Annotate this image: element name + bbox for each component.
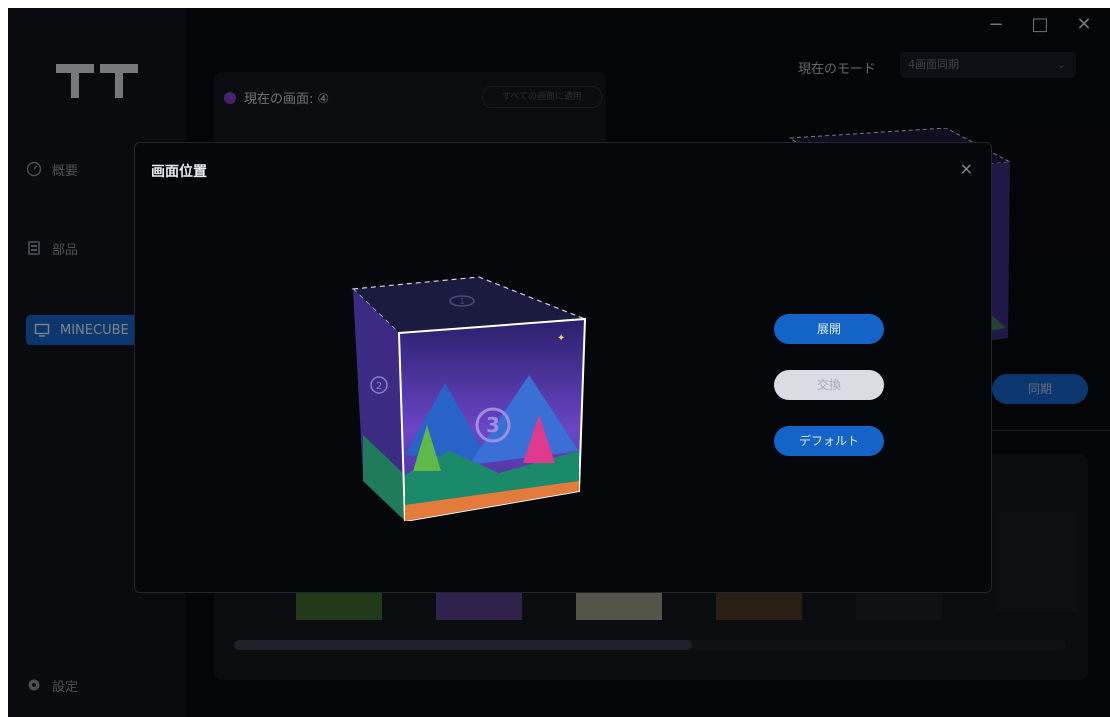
screen-position-dialog: 画面位置 × 1 2 3 ✦ 展開 交換 デフォルト: [134, 142, 992, 593]
cube-top-number: 1: [459, 297, 464, 306]
sparkle-icon: ✦: [557, 333, 565, 344]
dialog-close-button[interactable]: ×: [960, 159, 973, 178]
default-button[interactable]: デフォルト: [774, 426, 884, 456]
cube-3d-preview[interactable]: 1 2 3 ✦: [349, 275, 589, 521]
cube-face-number: 3: [486, 413, 500, 437]
expand-button[interactable]: 展開: [774, 314, 884, 344]
dialog-title: 画面位置: [151, 164, 207, 180]
app-window: 概要 部品 MINECUBE 設定 − □ ✕ 現在のモード 4画面同期 ⌄ 現…: [8, 8, 1110, 717]
cube-side-number: 2: [376, 381, 382, 392]
close-icon: ×: [959, 159, 973, 178]
swap-button[interactable]: 交換: [774, 370, 884, 400]
